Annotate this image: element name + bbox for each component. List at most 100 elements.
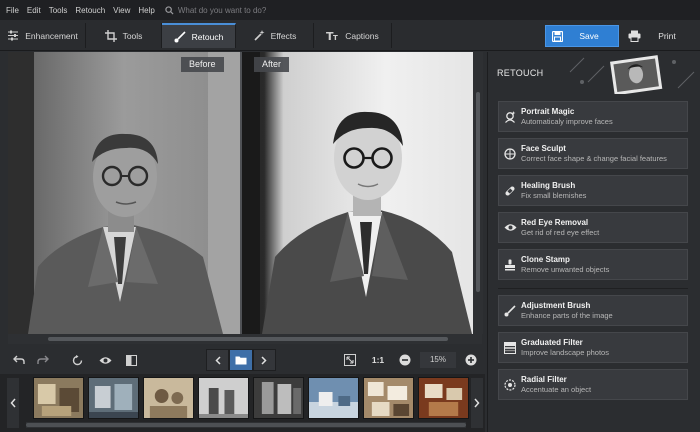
magic-wand-icon	[254, 29, 265, 41]
search-icon	[165, 5, 174, 15]
zoom-in-button[interactable]	[463, 350, 479, 370]
reset-button[interactable]	[68, 350, 86, 370]
fit-screen-icon	[344, 354, 356, 366]
after-photo	[240, 52, 482, 334]
open-folder-button[interactable]	[229, 349, 253, 371]
redo-icon	[37, 355, 49, 364]
eye-icon	[499, 212, 521, 243]
search-box[interactable]: What do you want to do?	[165, 5, 266, 15]
tool-radial-filter[interactable]: Radial Filter Accentuate an object	[498, 369, 688, 400]
printer-icon	[623, 30, 645, 42]
stamp-icon	[499, 249, 521, 280]
filmstrip-next-button[interactable]	[471, 378, 483, 428]
before-photo	[8, 52, 240, 334]
photo-canvas[interactable]: Before After	[8, 52, 482, 334]
tab-captions-label: Captions	[345, 30, 379, 41]
actual-size-button[interactable]: 1:1	[368, 350, 388, 370]
tool-clone-stamp[interactable]: Clone Stamp Remove unwanted objects	[498, 249, 688, 280]
thumbnail[interactable]	[198, 377, 249, 419]
text-icon: TT	[326, 30, 338, 41]
thumbnail[interactable]	[363, 377, 414, 419]
thumbnail[interactable]	[33, 377, 84, 419]
panel-divider	[498, 288, 688, 289]
folder-icon	[235, 356, 247, 365]
filmstrip	[0, 374, 485, 432]
split-divider[interactable]	[240, 52, 242, 334]
tool-face-sculpt[interactable]: Face Sculpt Correct face shape & change f…	[498, 138, 688, 169]
chevron-left-icon	[10, 398, 16, 408]
tool-description: Get rid of red eye effect	[521, 227, 600, 237]
canvas-controls: 1:1 15%	[0, 346, 485, 374]
chevron-right-icon	[474, 398, 480, 408]
tab-enhancement[interactable]: Enhancement	[0, 23, 86, 48]
previous-photo-button[interactable]	[206, 349, 230, 371]
brush-icon	[174, 30, 186, 42]
eye-icon	[99, 356, 111, 364]
thumbnail[interactable]	[88, 377, 139, 419]
preview-button[interactable]	[96, 350, 114, 370]
tool-description: Enhance parts of the image	[521, 310, 613, 320]
tool-description: Improve landscape photos	[521, 347, 609, 357]
undo-icon	[13, 355, 25, 364]
sliders-icon	[8, 30, 19, 41]
face-sculpt-icon	[499, 138, 521, 169]
compare-icon	[125, 354, 137, 366]
thumbnail[interactable]	[418, 377, 469, 419]
thumbnail[interactable]	[308, 377, 359, 419]
canvas-horizontal-scrollbar[interactable]	[8, 334, 482, 344]
fit-to-screen-button[interactable]	[341, 350, 359, 370]
canvas-vertical-scrollbar[interactable]	[473, 52, 483, 334]
tool-red-eye-removal[interactable]: Red Eye Removal Get rid of red eye effect	[498, 212, 688, 243]
tab-retouch-label: Retouch	[191, 31, 224, 42]
save-button[interactable]: Save	[545, 25, 619, 47]
tool-title: Radial Filter	[521, 374, 567, 384]
undo-button[interactable]	[10, 350, 28, 370]
tool-graduated-filter[interactable]: Graduated Filter Improve landscape photos	[498, 332, 688, 363]
thumbnail-list	[33, 377, 469, 419]
next-photo-button[interactable]	[252, 349, 276, 371]
menu-retouch[interactable]: Retouch	[75, 6, 105, 15]
gradient-icon	[499, 332, 521, 363]
save-label: Save	[579, 31, 599, 41]
tool-portrait-magic[interactable]: Portrait Magic Automaticaly improve faces	[498, 101, 688, 132]
portrait-magic-icon	[499, 101, 521, 132]
menu-file[interactable]: File	[6, 6, 19, 15]
bandage-icon	[499, 175, 521, 206]
print-button[interactable]: Print	[623, 25, 695, 47]
thumbnail[interactable]	[143, 377, 194, 419]
tab-effects[interactable]: Effects	[236, 23, 314, 48]
compare-button[interactable]	[122, 350, 140, 370]
thumbnail[interactable]	[253, 377, 304, 419]
tab-retouch[interactable]: Retouch	[162, 23, 236, 48]
menu-edit[interactable]: Edit	[27, 6, 41, 15]
before-label: Before	[181, 57, 224, 72]
tool-title: Clone Stamp	[521, 254, 570, 264]
menu-view[interactable]: View	[113, 6, 130, 15]
photo-navigation	[206, 349, 276, 371]
tab-tools[interactable]: Tools	[86, 23, 162, 48]
rotate-icon	[72, 354, 82, 365]
tool-healing-brush[interactable]: Healing Brush Fix small blemishes	[498, 175, 688, 206]
tool-description: Remove unwanted objects	[521, 264, 610, 274]
redo-button[interactable]	[34, 350, 52, 370]
menu-help[interactable]: Help	[138, 6, 154, 15]
filmstrip-scrollbar[interactable]	[26, 422, 466, 428]
brush-icon	[499, 295, 521, 326]
filmstrip-prev-button[interactable]	[7, 378, 19, 428]
print-label: Print	[658, 31, 676, 41]
menu-tools[interactable]: Tools	[49, 6, 68, 15]
tab-captions[interactable]: TT Captions	[314, 23, 392, 48]
panel-header: RETOUCH	[488, 52, 700, 94]
chevron-left-icon	[215, 355, 221, 365]
zoom-level[interactable]: 15%	[420, 352, 456, 368]
zoom-out-button[interactable]	[397, 350, 413, 370]
tool-description: Fix small blemishes	[521, 190, 587, 200]
floppy-disk-icon	[546, 30, 568, 42]
chevron-right-icon	[261, 355, 267, 365]
tool-description: Automaticaly improve faces	[521, 116, 613, 126]
retouch-panel: RETOUCH Portrait Magic Automaticaly impro…	[487, 52, 700, 432]
tool-title: Adjustment Brush	[521, 300, 591, 310]
panel-title: RETOUCH	[497, 68, 544, 78]
tab-tools-label: Tools	[122, 30, 143, 41]
tool-adjustment-brush[interactable]: Adjustment Brush Enhance parts of the ima…	[498, 295, 688, 326]
